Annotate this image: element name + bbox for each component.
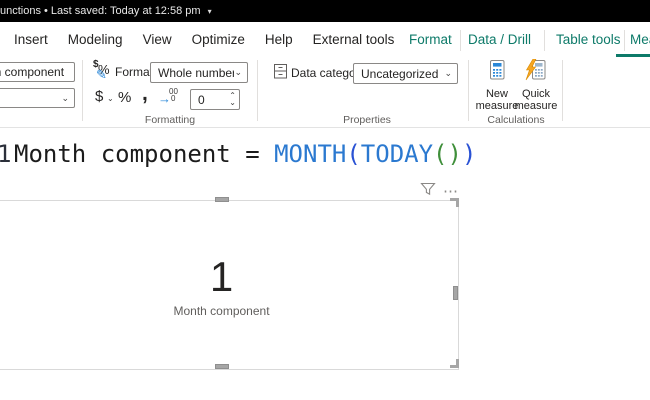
group-separator bbox=[562, 60, 563, 121]
chevron-down-icon: ⌄ bbox=[234, 67, 242, 77]
formula-token: Month component = bbox=[14, 139, 275, 168]
line-number: 1 bbox=[0, 139, 12, 168]
format-type-dropdown[interactable]: Whole number ⌄ bbox=[150, 62, 248, 83]
resize-handle-top-right[interactable] bbox=[450, 198, 459, 207]
more-options-icon[interactable]: ⋯ bbox=[443, 184, 459, 199]
decimal-places-icon: → 00 0 bbox=[158, 87, 178, 106]
report-canvas[interactable]: ⋯ 1 Month component bbox=[0, 178, 650, 400]
measure-name-input[interactable]: Month component bbox=[0, 62, 75, 82]
tab-separator bbox=[544, 30, 545, 51]
format-label: Format bbox=[115, 65, 154, 79]
ribbon-tab-row: Insert Modeling View Optimize Help External t… bbox=[0, 22, 650, 57]
tab-view[interactable]: View bbox=[143, 32, 172, 47]
calculations-group-label: Calculations bbox=[487, 114, 545, 126]
formula-token: ) bbox=[447, 139, 462, 168]
tab-table-tools[interactable]: Table tools bbox=[556, 22, 621, 57]
chevron-down-icon: ⌄ bbox=[61, 92, 69, 103]
tab-separator bbox=[460, 30, 461, 51]
formula-token: ( bbox=[346, 139, 361, 168]
chevron-down-icon: ⌄ bbox=[444, 68, 452, 78]
formula-token: ( bbox=[433, 139, 448, 168]
card-value: 1 bbox=[209, 253, 234, 300]
card-label: Month component bbox=[173, 304, 270, 318]
calculator-icon bbox=[486, 59, 508, 86]
resize-handle-bottom[interactable] bbox=[215, 364, 229, 369]
resize-handle-right[interactable] bbox=[453, 286, 458, 300]
title-bar: unctions • Last saved: Today at 12:58 pm… bbox=[0, 0, 650, 22]
formula-token: TODAY bbox=[360, 139, 434, 168]
tab-modeling[interactable]: Modeling bbox=[68, 32, 123, 47]
tab-data-drill[interactable]: Data / Drill bbox=[468, 22, 531, 57]
properties-group-label: Properties bbox=[343, 114, 391, 126]
tab-insert[interactable]: Insert bbox=[14, 32, 48, 47]
ribbon-tabs: Insert Modeling View Optimize Help External t… bbox=[14, 22, 394, 57]
quick-measure-calculator-icon bbox=[524, 58, 548, 86]
tab-format[interactable]: Format bbox=[409, 22, 452, 57]
thousands-separator-button[interactable]: , bbox=[142, 82, 148, 106]
tab-separator bbox=[624, 30, 625, 51]
group-separator bbox=[468, 60, 469, 121]
window-title: unctions • Last saved: Today at 12:58 pm bbox=[0, 5, 201, 17]
tab-help[interactable]: Help bbox=[265, 32, 293, 47]
title-dropdown-caret-icon[interactable]: ▾ bbox=[208, 7, 212, 16]
percent-format-button[interactable]: % bbox=[118, 89, 131, 106]
currency-format-button[interactable]: $ bbox=[95, 88, 103, 105]
group-separator bbox=[257, 60, 258, 121]
formula-token: MONTH bbox=[274, 139, 347, 168]
dax-formula-bar[interactable]: 1 Month component = MONTH(TODAY()) bbox=[0, 127, 650, 180]
structure-group-label: Structure bbox=[0, 114, 29, 126]
home-table-dropdown[interactable]: adata ⌄ bbox=[0, 88, 75, 108]
tab-external-tools[interactable]: External tools bbox=[313, 32, 395, 47]
formula-token: ) bbox=[461, 139, 477, 168]
quick-measure-button[interactable]: Quick measure bbox=[511, 58, 561, 112]
powerbi-window: unctions • Last saved: Today at 12:58 pm… bbox=[0, 0, 650, 400]
spinner-down-icon[interactable]: ⌄ bbox=[229, 98, 236, 107]
resize-handle-bottom-right[interactable] bbox=[450, 359, 459, 368]
resize-handle-top[interactable] bbox=[215, 197, 229, 202]
data-category-icon bbox=[274, 64, 287, 84]
decimal-places-spinner[interactable]: 0 ⌃ ⌄ bbox=[190, 89, 240, 110]
formatting-group-label: Formatting bbox=[144, 114, 196, 126]
dax-formula[interactable]: Month component = MONTH(TODAY()) bbox=[14, 140, 476, 168]
currency-chevron-icon[interactable]: ⌄ bbox=[107, 94, 114, 103]
tab-optimize[interactable]: Optimize bbox=[192, 32, 245, 47]
format-paint-icon: $ % ✎ bbox=[93, 59, 110, 82]
pen-icon: ✎ bbox=[96, 67, 107, 82]
filter-icon[interactable] bbox=[420, 182, 436, 201]
group-separator bbox=[82, 60, 83, 121]
ribbon: Month component adata ⌄ Structure $ % ✎ … bbox=[0, 57, 650, 128]
tab-measure-tools[interactable]: Measure tools bbox=[630, 22, 650, 57]
data-category-dropdown[interactable]: Uncategorized ⌄ bbox=[353, 63, 458, 84]
